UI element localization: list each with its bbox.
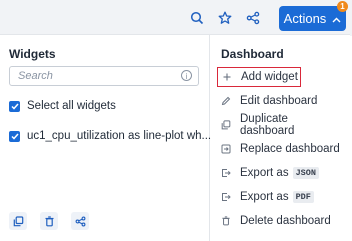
menu-item-duplicate-dashboard[interactable]: Duplicate dashboard	[217, 113, 345, 137]
replace-icon	[221, 144, 231, 154]
share-icon[interactable]	[71, 212, 89, 230]
trash-icon	[221, 216, 231, 226]
menu-item-label: Export as	[240, 191, 289, 203]
copy-icon	[221, 120, 231, 130]
export-icon	[221, 192, 231, 202]
menu-item-label: Add widget	[241, 71, 298, 83]
actions-label: Actions	[283, 11, 327, 26]
duplicate-icon[interactable]	[9, 212, 27, 230]
plus-icon	[222, 73, 232, 81]
search-icon[interactable]	[188, 9, 206, 27]
search-placeholder: Search	[18, 70, 53, 82]
menu-item-replace-dashboard[interactable]: Replace dashboard	[217, 139, 345, 159]
menu-item-label: Replace dashboard	[240, 143, 340, 155]
menu-item-edit-dashboard[interactable]: Edit dashboard	[217, 91, 345, 111]
chevron-up-icon	[332, 11, 341, 26]
menu-item-label: Export as	[240, 167, 289, 179]
select-all-checkbox[interactable]	[9, 100, 20, 112]
star-icon[interactable]	[216, 9, 234, 27]
menu-item-delete-dashboard[interactable]: Delete dashboard	[217, 211, 345, 231]
format-tag-pdf: PDF	[292, 191, 314, 203]
menu-item-add-widget[interactable]: Add widget	[217, 67, 301, 87]
widget-label: uc1_cpu_utilization as line-plot wh...	[27, 130, 212, 142]
share-icon[interactable]	[244, 9, 262, 27]
menu-item-export-pdf[interactable]: Export as PDF	[217, 187, 345, 207]
notification-badge: 1	[337, 1, 348, 12]
widgets-title: Widgets	[9, 47, 56, 61]
select-all-label: Select all widgets	[27, 100, 116, 112]
menu-item-label: Edit dashboard	[240, 95, 318, 107]
actions-dropdown-panel: Widgets Search i Select all widgets uc1_…	[0, 34, 350, 241]
trash-icon[interactable]	[40, 212, 58, 230]
widget-search-input[interactable]: Search i	[9, 66, 199, 86]
menu-item-label: Duplicate dashboard	[240, 113, 295, 137]
menu-item-label: Delete dashboard	[240, 215, 331, 227]
top-bar: Actions 1	[0, 0, 352, 36]
format-tag-json: JSON	[292, 167, 319, 179]
select-all-row[interactable]: Select all widgets	[9, 100, 116, 112]
widget-bulk-actions	[9, 212, 89, 230]
menu-item-export-json[interactable]: Export as JSON	[217, 163, 345, 183]
edit-icon	[221, 96, 231, 106]
info-icon[interactable]: i	[181, 70, 192, 81]
dashboard-title: Dashboard	[221, 47, 284, 61]
widget-checkbox[interactable]	[9, 130, 20, 142]
actions-button[interactable]: Actions	[279, 6, 346, 31]
widget-list-item[interactable]: uc1_cpu_utilization as line-plot wh...	[9, 130, 211, 142]
export-icon	[221, 168, 231, 178]
